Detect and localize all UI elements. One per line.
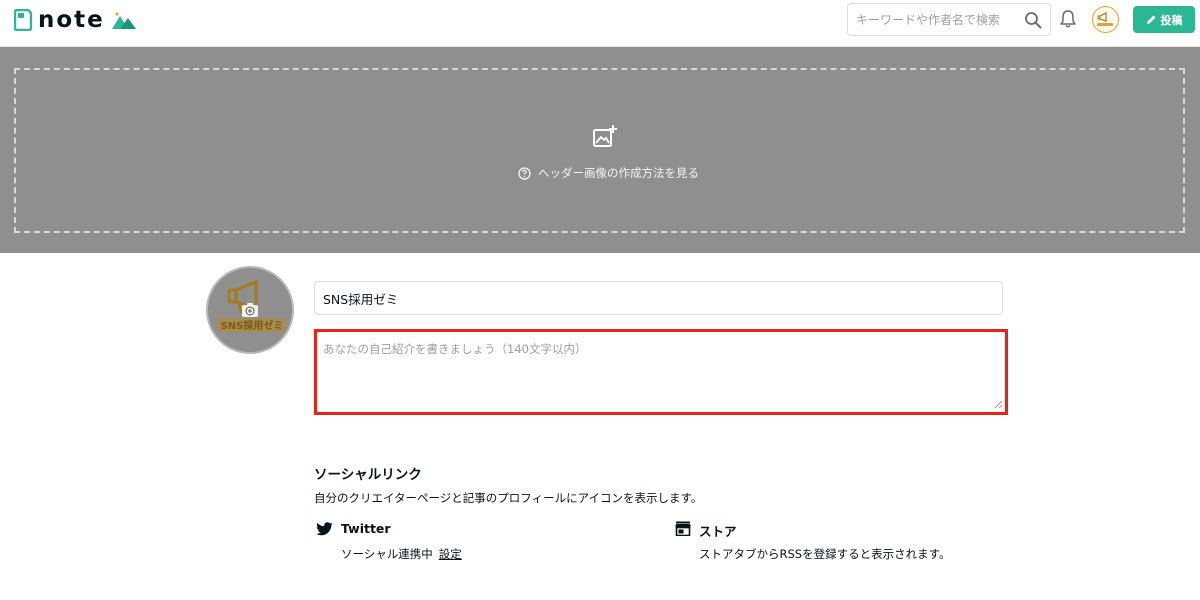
twitter-label: Twitter <box>341 521 391 536</box>
avatar-text: SNS採用ゼミ <box>221 319 284 332</box>
header-help-link[interactable]: ヘッダー画像の作成方法を見る <box>518 165 699 181</box>
note-logo[interactable]: note <box>14 8 137 32</box>
store-description: ストアタブからRSSを登録すると表示されます。 <box>699 547 951 561</box>
header-help-text: ヘッダー画像の作成方法を見る <box>538 166 699 180</box>
header-image-dropzone[interactable] <box>14 68 1185 233</box>
store-label: ストア <box>699 524 737 539</box>
notification-bell-icon[interactable] <box>1058 9 1078 29</box>
post-button[interactable]: 投稿 <box>1133 6 1195 33</box>
post-button-label: 投稿 <box>1160 13 1183 27</box>
megaphone-icon <box>1097 12 1113 26</box>
mountain-icon <box>111 12 136 29</box>
store-icon <box>675 521 691 536</box>
twitter-status-text: ソーシャル連携中 <box>341 547 433 561</box>
search-box[interactable] <box>847 3 1051 36</box>
header-image-area[interactable]: ヘッダー画像の作成方法を見る <box>0 47 1200 253</box>
search-icon[interactable] <box>1024 11 1042 29</box>
search-input[interactable] <box>856 10 1016 30</box>
social-links-title: ソーシャルリンク <box>314 467 422 483</box>
resize-grip-icon[interactable] <box>994 400 1003 409</box>
top-navigation-bar: note 投稿 <box>0 0 1200 47</box>
bio-field-wrapper <box>314 329 1008 415</box>
add-image-icon[interactable] <box>593 124 619 148</box>
question-circle-icon <box>518 166 531 180</box>
logo-text: note <box>38 7 105 33</box>
twitter-icon <box>316 522 333 536</box>
pencil-icon <box>1146 15 1155 24</box>
twitter-settings-link[interactable]: 設定 <box>439 547 462 561</box>
bio-textarea[interactable] <box>316 331 1005 413</box>
camera-icon[interactable] <box>241 302 259 318</box>
creator-name-input[interactable] <box>314 281 1003 315</box>
twitter-status: ソーシャル連携中 設定 <box>341 546 462 562</box>
user-avatar[interactable] <box>1092 6 1119 33</box>
note-logo-icon <box>14 9 32 31</box>
social-links-description: 自分のクリエイターページと記事のプロフィールにアイコンを表示します。 <box>314 491 703 505</box>
